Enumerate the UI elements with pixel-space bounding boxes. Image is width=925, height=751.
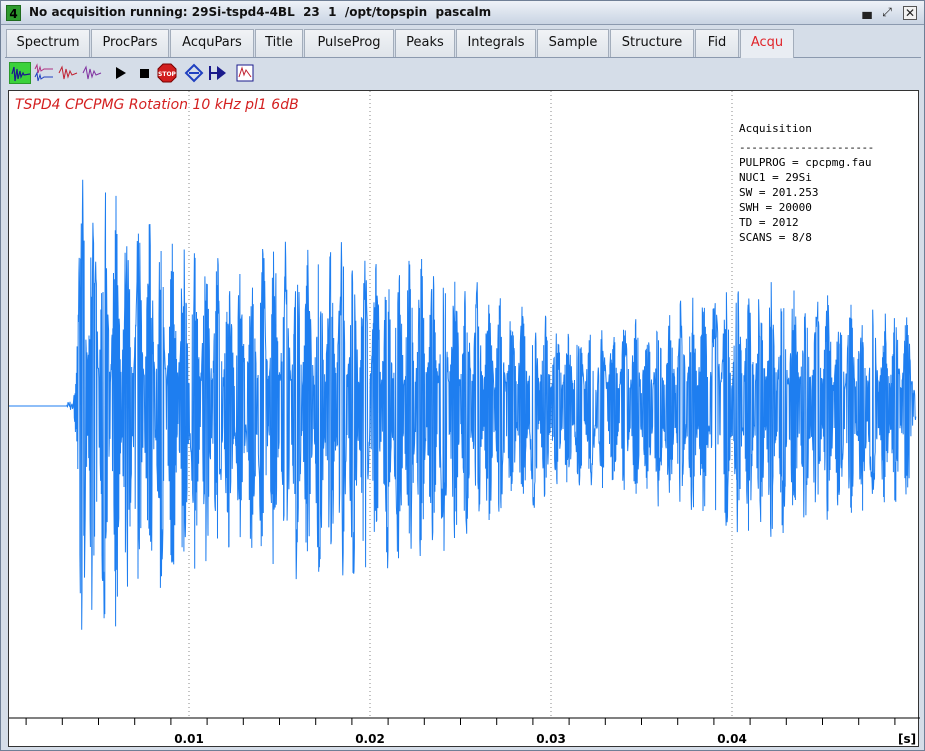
tab-title[interactable]: Title	[255, 29, 303, 57]
x-tick-label: 0.04	[717, 732, 747, 746]
minimize-icon[interactable]: ▄	[860, 6, 874, 20]
window-number-badge: 4	[6, 5, 21, 21]
fid-trace	[9, 179, 917, 630]
stop-icon[interactable]	[133, 62, 155, 84]
plot-title: TSPD4 CPCPMG Rotation 10 kHz pl1 6dB	[15, 97, 299, 113]
acquisition-line: SW = 201.253	[739, 186, 819, 199]
tab-structure[interactable]: Structure	[610, 29, 694, 57]
x-tick-label: 0.03	[536, 732, 566, 746]
fid-display-icon[interactable]	[9, 62, 31, 84]
maximize-icon[interactable]: ⤢	[880, 6, 894, 20]
tab-integrals[interactable]: Integrals	[456, 29, 536, 57]
acquisition-line: PULPROG = cpcpmg.fau	[739, 156, 872, 169]
tab-procpars[interactable]: ProcPars	[91, 29, 169, 57]
lock-icon[interactable]	[183, 62, 205, 84]
tab-acqu[interactable]: Acqu	[740, 29, 794, 58]
acquisition-line: SCANS = 8/8	[739, 231, 812, 244]
play-icon[interactable]	[109, 62, 131, 84]
tab-acqupars[interactable]: AcquPars	[170, 29, 254, 57]
close-icon[interactable]: ✕	[903, 6, 917, 20]
tab-sample[interactable]: Sample	[537, 29, 609, 57]
svg-text:STOP: STOP	[158, 71, 177, 78]
acquisition-line: SWH = 20000	[739, 201, 812, 214]
tab-fid[interactable]: Fid	[695, 29, 739, 57]
x-tick-label: 0.02	[355, 732, 385, 746]
window-title: No acquisition running: 29Si-tspd4-4BL 2…	[29, 5, 492, 19]
acquisition-line: TD = 2012	[739, 216, 799, 229]
tab-bar: Spectrum ProcPars AcquPars Title PulseProg Pe…	[5, 28, 921, 58]
acquisition-separator: ----------------------	[739, 141, 874, 154]
window-titlebar[interactable]: 4 No acquisition running: 29Si-tspd4-4BL…	[1, 1, 924, 25]
fid-red-icon[interactable]	[57, 62, 79, 84]
acquisition-parameters: Acquisition ---------------------- PULPR…	[739, 121, 874, 245]
acquisition-heading: Acquisition	[739, 122, 812, 135]
tab-spectrum[interactable]: Spectrum	[6, 29, 90, 57]
fid-purple-icon[interactable]	[81, 62, 103, 84]
stop-sign-icon[interactable]: STOP	[156, 62, 178, 84]
tab-pulseprog[interactable]: PulseProg	[304, 29, 394, 57]
acquisition-line: NUC1 = 29Si	[739, 171, 812, 184]
x-tick-label: 0.01	[174, 732, 204, 746]
window-icon[interactable]	[234, 62, 256, 84]
tune-icon[interactable]	[207, 62, 229, 84]
acquisition-toolbar: STOP	[5, 59, 921, 87]
fid-plot-area[interactable]: 0.01 0.02 0.03 0.04 [s] TSPD4 CPCPMG Rotatio…	[8, 90, 920, 747]
multi-fid-icon[interactable]	[33, 62, 55, 84]
x-axis-unit: [s]	[898, 732, 916, 746]
tab-peaks[interactable]: Peaks	[395, 29, 455, 57]
topspin-window: 4 No acquisition running: 29Si-tspd4-4BL…	[0, 0, 925, 751]
